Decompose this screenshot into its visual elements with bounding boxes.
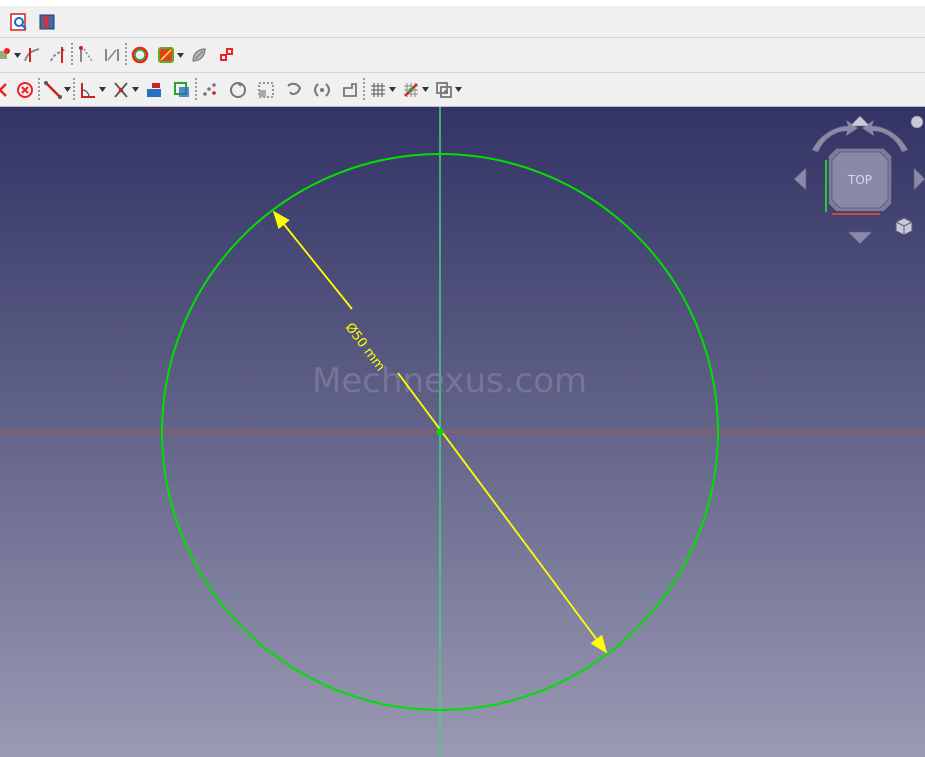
close-sketch-icon[interactable] — [0, 79, 12, 101]
toolbar-group-geometry — [0, 73, 462, 106]
orbit-right-icon[interactable] — [913, 167, 925, 191]
snap-icon[interactable] — [400, 79, 422, 101]
diameter-dimension-line-lower[interactable] — [397, 372, 608, 654]
symmetry-icon[interactable] — [216, 44, 238, 66]
snap-dropdown[interactable] — [422, 79, 429, 101]
rotate-copy-icon[interactable] — [227, 79, 249, 101]
orbit-up-icon[interactable] — [849, 115, 871, 127]
constrain-angle-dropdown[interactable] — [99, 79, 106, 101]
center-point[interactable] — [436, 428, 444, 436]
constrain-block-icon[interactable] — [143, 79, 165, 101]
view-section-icon[interactable] — [36, 11, 58, 33]
toggle-construction-icon[interactable] — [171, 79, 193, 101]
offset-icon[interactable] — [311, 79, 333, 101]
orbit-down-icon[interactable] — [847, 231, 873, 245]
view-menu-cube-icon[interactable] — [895, 217, 913, 236]
toolbar-group-sketch-tools — [0, 38, 238, 72]
grid-dropdown[interactable] — [389, 79, 396, 101]
sketch-canvas[interactable]: Mechnexus.com Ø50 mm — [0, 107, 925, 757]
circle-icon[interactable] — [129, 44, 151, 66]
polygon-icon[interactable] — [155, 44, 177, 66]
constrain-angle-icon[interactable] — [77, 79, 99, 101]
toolbar-row-2 — [0, 38, 925, 73]
navigation-cube[interactable]: TOP — [790, 112, 925, 252]
line-icon[interactable] — [42, 79, 64, 101]
sketch-viewport[interactable]: Mechnexus.com Ø50 mm TOP — [0, 107, 925, 757]
toolbar-row-1 — [0, 0, 925, 38]
watermark-text: Mechnexus.com — [312, 361, 587, 401]
toolbar-group-view — [8, 6, 58, 37]
orbit-left-icon[interactable] — [793, 167, 807, 191]
nav-menu-icon[interactable] — [910, 115, 924, 129]
array-icon[interactable] — [199, 79, 221, 101]
grid-icon[interactable] — [367, 79, 389, 101]
constrain-vertical-distance-icon[interactable] — [75, 44, 97, 66]
trim-icon[interactable] — [21, 44, 43, 66]
nav-cube-face-label: TOP — [847, 173, 872, 187]
line-dropdown[interactable] — [64, 79, 71, 101]
rectangular-array-icon[interactable] — [339, 79, 361, 101]
polygon-dropdown[interactable] — [177, 44, 184, 66]
constrain-coincident-dropdown[interactable] — [132, 79, 139, 101]
constrain-coincident-icon[interactable] — [110, 79, 132, 101]
cancel-icon[interactable] — [14, 79, 36, 101]
sketch-view-icon[interactable] — [8, 11, 30, 33]
constrain-horizontal-distance-icon[interactable] — [101, 44, 123, 66]
external-geometry-icon[interactable] — [0, 44, 14, 66]
render-order-icon[interactable] — [433, 79, 455, 101]
scale-icon[interactable] — [255, 79, 277, 101]
diameter-dimension-line-upper[interactable] — [272, 210, 353, 310]
render-order-dropdown[interactable] — [455, 79, 462, 101]
split-icon[interactable] — [188, 44, 210, 66]
external-geometry-dropdown[interactable] — [14, 44, 21, 66]
toolbar-row-3 — [0, 73, 925, 107]
mirror-icon[interactable] — [283, 79, 305, 101]
extend-icon[interactable] — [47, 44, 69, 66]
